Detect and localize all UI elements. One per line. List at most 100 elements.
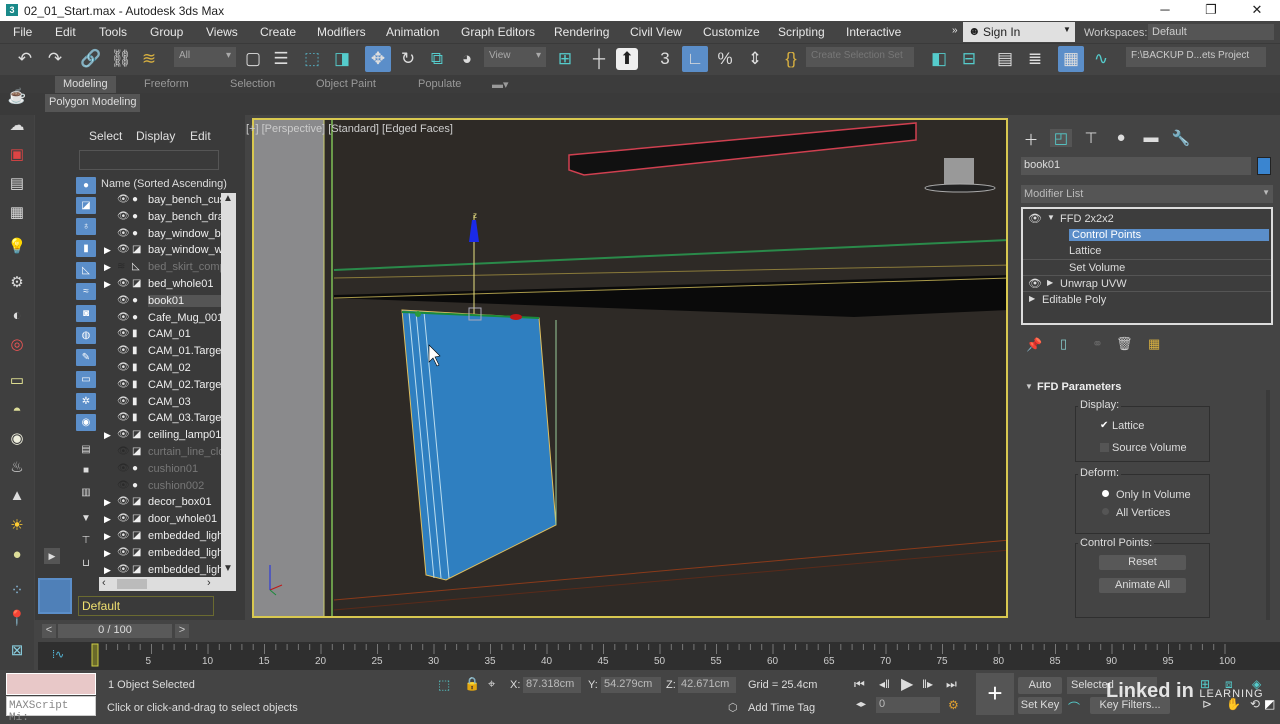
snaps-toggle-icon[interactable]: 3 [652,46,678,72]
modify-tab-icon[interactable]: ◰ [1050,129,1072,147]
eye-icon[interactable]: 👁 [117,530,130,541]
rect-light-icon[interactable]: ▭ [6,370,28,392]
menu-tools[interactable]: Tools [99,25,127,39]
scene-object-row[interactable]: 👁 ▮ CAM_03 [99,395,221,412]
menu-scripting[interactable]: Scripting [778,25,825,39]
scene-object-row[interactable]: 👁● bay_bench_drawer [99,210,221,227]
ribbon-tab-freeform[interactable]: Freeform [144,76,189,93]
remove-modifier-icon[interactable]: 🗑 [1116,336,1133,352]
menu-overflow[interactable]: » [952,25,958,36]
pin-icon[interactable]: 📍 [6,608,28,630]
display-geometry-icon[interactable]: ◪ [76,197,96,214]
collapse-arrow-icon[interactable]: ▼ [1047,213,1055,222]
modifier-stack-item[interactable]: Control Points [1023,227,1271,243]
go-to-end-icon[interactable]: ⏭ [946,677,957,692]
cloud-icon[interactable]: ☁ [6,115,28,137]
next-key-icon[interactable]: ‖▸ [922,677,933,691]
particles-icon[interactable]: ⁘ [6,580,28,602]
scene-object-row[interactable]: ▶ ≋ ◺ bed_skirt_compl [99,260,221,277]
spinner-snap-icon[interactable]: ⇕ [742,46,768,72]
display-cameras-icon[interactable]: ▮ [76,240,96,257]
expand-arrow-icon[interactable]: ▶ [104,497,111,508]
list-icon[interactable]: ▤ [6,173,28,195]
ribbon-tab-modeling[interactable]: Modeling [55,76,116,93]
display-helpers-icon[interactable]: ✎ [76,349,96,366]
time-slider-thumb[interactable]: 0 / 100 [58,624,172,638]
eye-icon[interactable]: ≋ [117,261,125,272]
y-coordinate-field[interactable]: 54.279cm [601,677,661,693]
expand-arrow-icon[interactable]: ▶ [104,279,111,290]
current-layer-field[interactable]: Default [78,596,214,616]
current-frame-marker[interactable] [91,643,99,667]
ribbon-options-icon[interactable]: ▬▾ [492,76,509,93]
percent-snap-icon[interactable]: % [712,46,738,72]
hidden-eye-icon[interactable]: 👁 [117,446,130,457]
scene-object-row[interactable]: 👁 ▮ CAM_02 [99,361,221,378]
menu-customize[interactable]: Customize [703,25,760,39]
eye-icon[interactable]: 👁 [117,312,130,323]
unlink-icon[interactable]: ⛓ [108,46,134,72]
all-vertices-radio[interactable] [1102,508,1109,515]
display-all-icon[interactable]: ▤ [76,441,96,458]
expand-arrow-icon[interactable]: ▶ [1047,278,1053,287]
menu-rendering[interactable]: Rendering [554,25,609,39]
scene-object-row[interactable]: 👁 ● Cafe_Mug_001 [99,311,221,328]
display-none-icon[interactable]: ● [76,177,96,194]
eye-icon[interactable]: 👁 [117,295,130,306]
scene-explorer-tab-select[interactable]: Select [89,129,122,143]
scene-object-row[interactable]: ▶ 👁 ◪ embedded_light [99,546,221,563]
create-tab-icon[interactable]: ＋ [1020,129,1042,149]
modifier-stack-item[interactable]: Lattice [1023,243,1271,259]
dome-light-icon[interactable]: ◓ [6,400,28,422]
video-camera-icon[interactable]: ◎ [6,334,28,356]
disc-light-icon[interactable]: ◉ [6,428,28,450]
add-time-tag[interactable]: Add Time Tag [748,702,815,714]
scene-list-vertical-scrollbar[interactable]: ▲ ▼ [221,193,236,577]
rectangular-selection-icon[interactable]: ⬚ [299,46,325,72]
layer-icon[interactable]: ⊔ [76,555,96,572]
hidden-eye-icon[interactable]: 👁 [117,480,130,491]
teapot-icon[interactable]: ☕ [6,86,28,108]
named-selection-set-dropdown[interactable]: Create Selection Set [806,47,914,67]
display-hidden-icon[interactable]: ◉ [76,414,96,431]
menu-civil-view[interactable]: Civil View [630,25,682,39]
scroll-down-icon[interactable]: ▼ [223,563,233,574]
ribbon-tab-populate[interactable]: Populate [418,76,461,93]
window-crossing-icon[interactable]: ◨ [329,46,355,72]
eye-icon[interactable]: 👁 [117,244,130,255]
maxscript-mini-listener[interactable]: MAXScript Mi: [6,696,96,724]
scene-object-row[interactable]: 👁 ▮ CAM_01.Target [99,344,221,361]
reference-coordinate-dropdown[interactable]: View ▾ [484,47,546,67]
utilities-tab-icon[interactable]: 🔧 [1170,129,1192,147]
pin-stack-icon[interactable]: 📌 [1026,337,1042,353]
render-frame-icon[interactable]: ▣ [6,144,28,166]
display-spacewarps-icon[interactable]: ≈ [76,283,96,300]
previous-key-icon[interactable]: ◂‖ [879,677,890,691]
set-key-button[interactable]: Set Key [1018,697,1062,714]
menu-group[interactable]: Group [150,25,183,39]
show-end-result-icon[interactable]: ▯ [1060,336,1067,352]
menu-modifiers[interactable]: Modifiers [317,25,366,39]
eye-icon[interactable]: 👁 [117,194,130,205]
modifier-stack-item[interactable]: Set Volume [1023,259,1271,275]
modifier-stack-item[interactable]: 👁 ▶ Unwrap UVW [1023,275,1271,291]
layer-explorer-icon[interactable]: ≣ [1022,46,1048,72]
menu-animation[interactable]: Animation [386,25,439,39]
rotate-icon[interactable]: ↻ [395,46,421,72]
motion-tab-icon[interactable]: ● [1110,129,1132,147]
z-coordinate-field[interactable]: 42.671cm [678,677,736,693]
scene-explorer-toggle-icon[interactable]: ▤ [992,46,1018,72]
grid-icon[interactable]: ▦ [6,202,28,224]
scene-object-row[interactable]: ▶ 👁 ◪ ceiling_lamp01 [99,428,221,445]
undo-icon[interactable]: ↶ [12,46,38,72]
scene-object-row[interactable]: ▶ 👁 ◪ embedded_light [99,529,221,546]
scene-object-row[interactable]: 👁 ● cushion01 [99,462,221,479]
scene-object-row[interactable]: 👁 ● cushion002 [99,479,221,496]
display-none-filter-icon[interactable]: ■ [76,462,96,479]
cone-icon[interactable]: ▲ [6,485,28,507]
scene-object-row[interactable]: ▶ 👁 ◪ decor_box01 [99,495,221,512]
expand-arrow-icon[interactable]: ▶ [104,430,111,441]
previous-frame-button[interactable]: < [42,624,56,638]
eye-icon[interactable]: 👁 [117,228,130,239]
key-tangent-icon[interactable]: ⌒ [1068,699,1080,716]
